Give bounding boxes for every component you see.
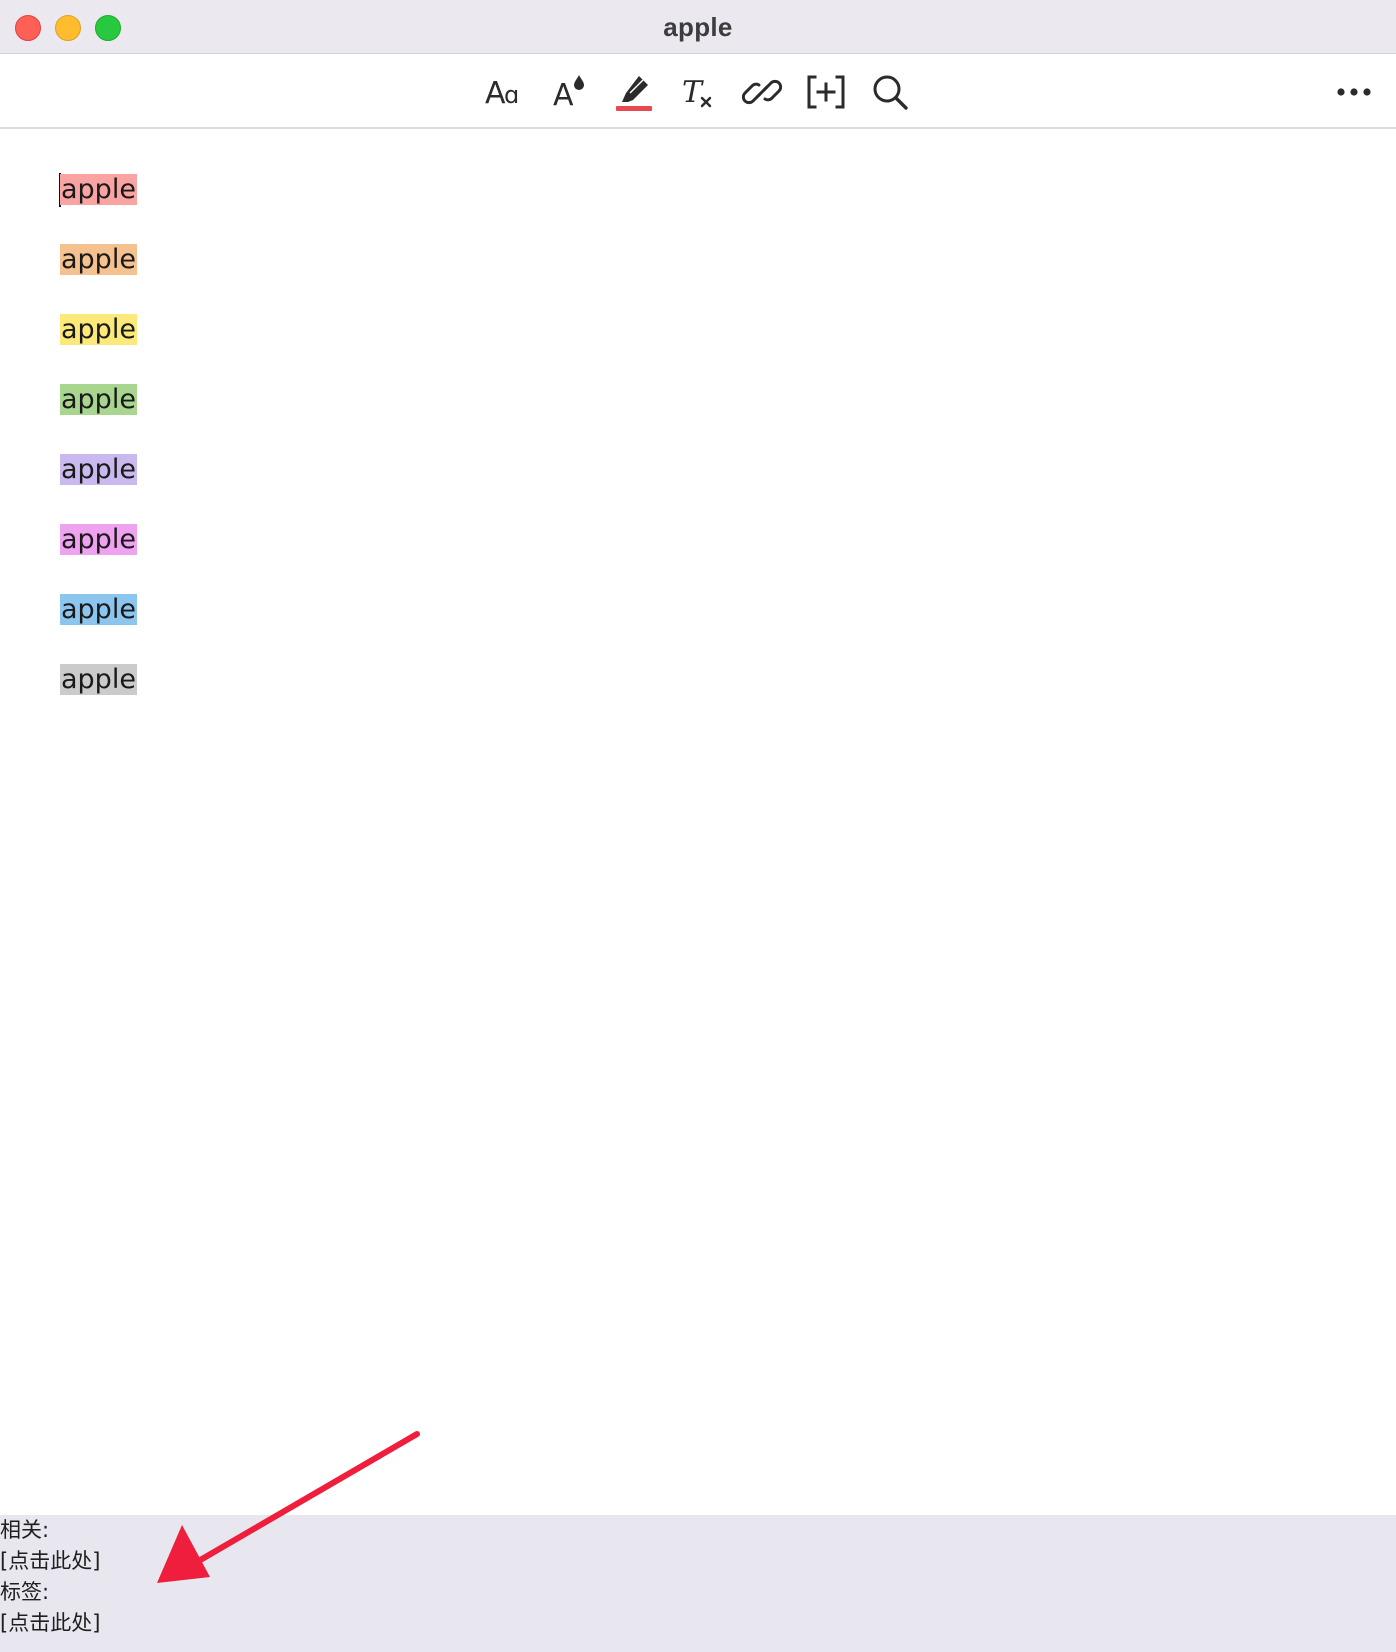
highlighted-line[interactable]: apple <box>60 663 137 697</box>
highlighted-text: apple <box>60 664 137 695</box>
highlighted-text: apple <box>60 174 137 205</box>
svg-text:A: A <box>485 76 506 111</box>
font-button[interactable]: A ɑ <box>482 70 526 114</box>
highlighted-line[interactable]: apple <box>60 313 137 347</box>
insert-block-button[interactable] <box>804 70 848 114</box>
insert-link-button[interactable] <box>740 70 784 114</box>
editor-window: apple A ɑ A T apple apple apple apple ap… <box>0 0 1396 1652</box>
title-bar: apple <box>0 0 1396 54</box>
insert-bracket-icon <box>807 75 845 109</box>
tags-label: 标签: <box>0 1580 50 1604</box>
highlighted-text: apple <box>60 594 137 625</box>
related-label: 相关: <box>0 1518 50 1542</box>
clear-format-button[interactable]: T <box>676 70 720 114</box>
highlighted-text: apple <box>60 384 137 415</box>
more-icon <box>1337 88 1371 96</box>
svg-text:A: A <box>553 78 574 112</box>
font-icon: A ɑ <box>485 76 519 111</box>
window-title: apple <box>663 12 733 42</box>
highlighted-line[interactable]: apple <box>60 243 137 277</box>
highlighted-line[interactable]: apple <box>60 173 137 207</box>
highlighted-line[interactable]: apple <box>60 523 137 557</box>
related-link[interactable]: [点击此处] <box>0 1546 100 1576</box>
highlight-button[interactable] <box>612 70 656 114</box>
text-color-button[interactable]: A <box>548 70 592 114</box>
svg-text:ɑ: ɑ <box>504 81 519 109</box>
note-editor[interactable]: apple apple apple apple apple apple apple apple <box>0 129 1396 1515</box>
search-button[interactable] <box>868 70 912 114</box>
svg-text:T: T <box>682 75 704 110</box>
format-toolbar: A ɑ A T <box>0 54 1396 129</box>
link-icon <box>742 79 782 105</box>
highlighted-text: apple <box>60 314 137 345</box>
highlighted-line[interactable]: apple <box>60 453 137 487</box>
clear-format-icon: T <box>682 75 712 110</box>
highlighted-line[interactable]: apple <box>60 593 137 627</box>
highlighter-icon <box>616 76 652 111</box>
text-color-icon: A <box>553 75 584 112</box>
search-icon <box>873 75 908 110</box>
tags-link[interactable]: [点击此处] <box>0 1608 100 1638</box>
more-options-button[interactable] <box>1332 70 1376 114</box>
note-footer: 相关: [点击此处] 标签: [点击此处] <box>0 1515 1396 1652</box>
highlighted-text: apple <box>60 244 137 275</box>
highlighted-text: apple <box>60 454 137 485</box>
highlighted-line[interactable]: apple <box>60 383 137 417</box>
highlighted-text: apple <box>60 524 137 555</box>
